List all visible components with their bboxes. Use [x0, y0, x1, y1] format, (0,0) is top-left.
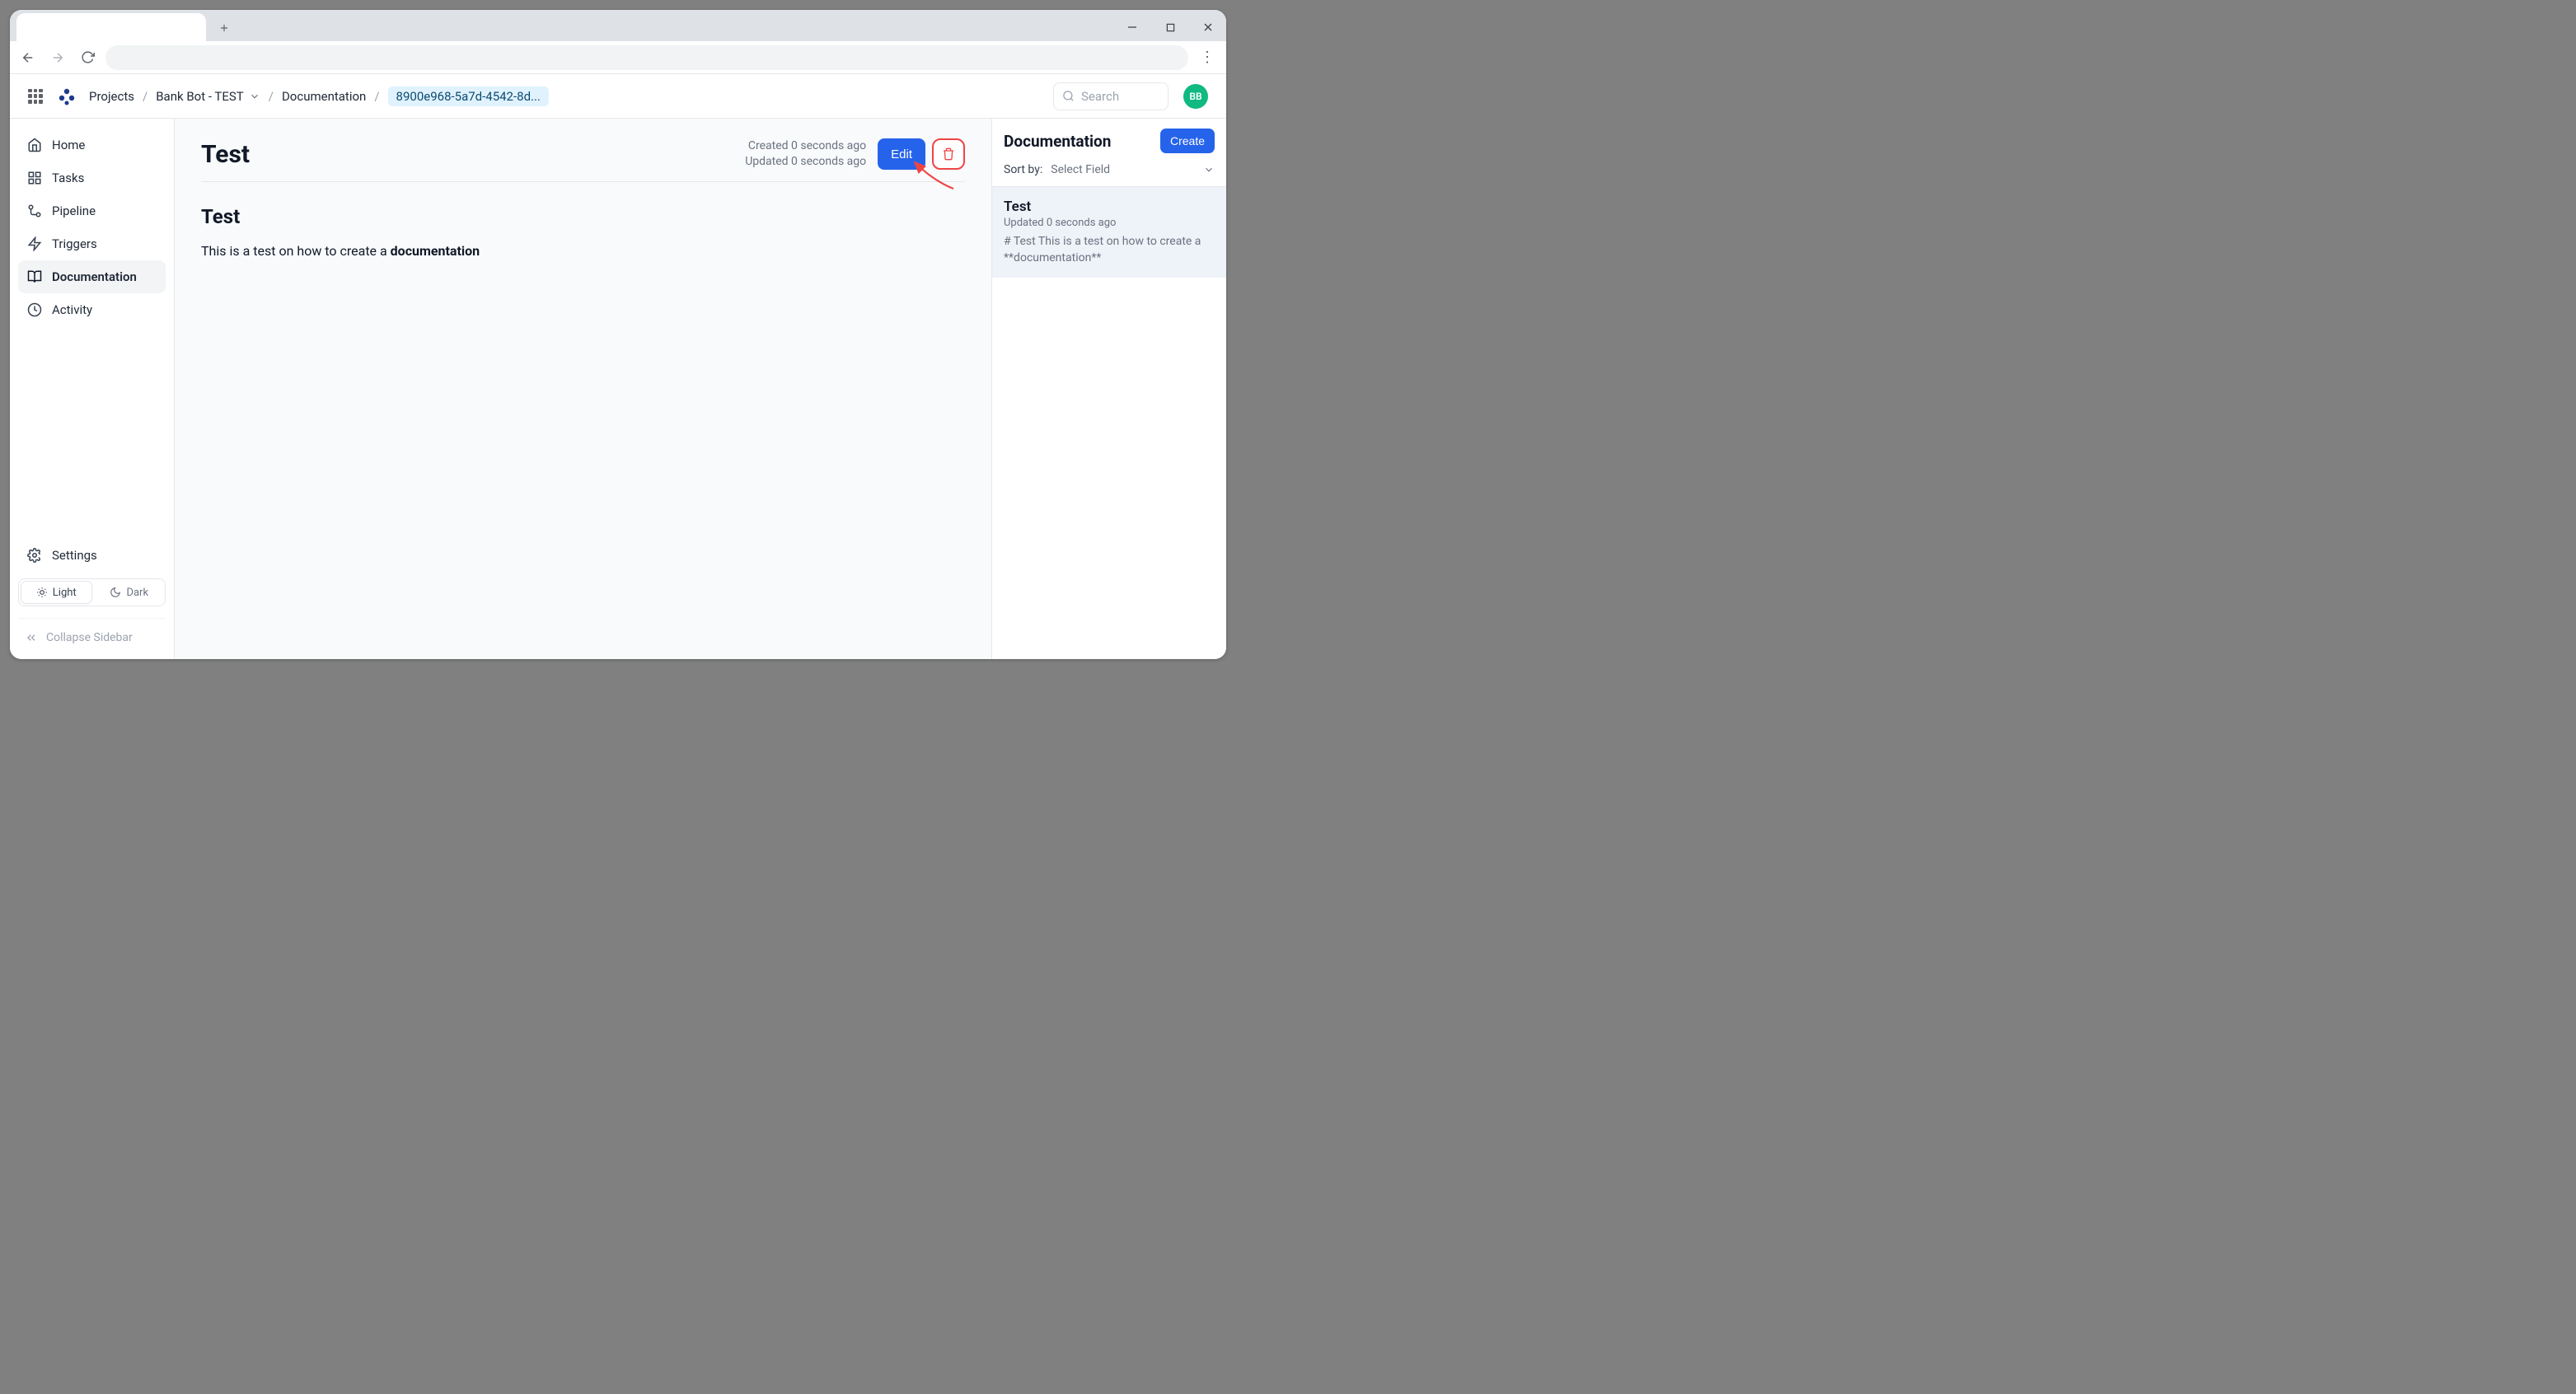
app-header: Projects / Bank Bot - TEST / Documentati…: [10, 74, 1226, 119]
sidebar-item-pipeline[interactable]: Pipeline: [18, 194, 166, 227]
browser-window: ⋮ Projects / Bank Bot - TEST / Documenta…: [10, 10, 1226, 659]
document-header: Test Created 0 seconds ago Updated 0 sec…: [201, 138, 965, 182]
document-title: Test: [201, 140, 250, 169]
doc-list-item-title: Test: [1004, 199, 1215, 215]
search-placeholder: Search: [1081, 89, 1119, 104]
back-button[interactable]: [16, 46, 40, 69]
sidebar-item-label: Activity: [52, 302, 92, 317]
theme-light-button[interactable]: Light: [21, 581, 92, 604]
breadcrumb-projects[interactable]: Projects: [89, 89, 134, 104]
tasks-icon: [27, 171, 42, 185]
main-content: Test Created 0 seconds ago Updated 0 sec…: [175, 119, 991, 659]
theme-dark-label: Dark: [126, 587, 148, 599]
doc-list-item-preview: # Test This is a test on how to create a…: [1004, 234, 1215, 266]
collapse-sidebar-label: Collapse Sidebar: [46, 631, 133, 644]
forward-button[interactable]: [46, 46, 69, 69]
right-panel-header: Documentation Create: [992, 119, 1226, 163]
search-icon: [1062, 90, 1075, 102]
document-meta: Created 0 seconds ago Updated 0 seconds …: [745, 138, 866, 170]
sidebar-item-label: Documentation: [52, 269, 137, 284]
breadcrumb-project[interactable]: Bank Bot - TEST: [156, 89, 260, 104]
doc-list-item-updated: Updated 0 seconds ago: [1004, 217, 1215, 229]
collapse-sidebar-button[interactable]: Collapse Sidebar: [18, 618, 166, 649]
sidebar-item-documentation[interactable]: Documentation: [18, 260, 166, 293]
sidebar-item-label: Tasks: [52, 171, 84, 185]
doc-list-item[interactable]: Test Updated 0 seconds ago # Test This i…: [992, 187, 1226, 278]
url-input[interactable]: [105, 45, 1188, 70]
reload-button[interactable]: [76, 46, 99, 69]
document-body-heading: Test: [201, 205, 965, 228]
search-input[interactable]: Search: [1053, 82, 1169, 110]
browser-tab[interactable]: [16, 13, 206, 41]
breadcrumb-doc-id[interactable]: 8900e968-5a7d-4542-8d...: [388, 87, 549, 106]
trash-icon: [942, 147, 955, 161]
right-panel: Documentation Create Sort by: Select Fie…: [991, 119, 1226, 659]
breadcrumb-separator: /: [143, 89, 148, 104]
sidebar-item-tasks[interactable]: Tasks: [18, 161, 166, 194]
window-close-button[interactable]: [1197, 16, 1220, 39]
app-logo[interactable]: [56, 87, 76, 106]
activity-icon: [27, 302, 42, 317]
chevrons-left-icon: [25, 631, 38, 644]
sidebar-item-label: Pipeline: [52, 203, 96, 218]
sidebar-item-triggers[interactable]: Triggers: [18, 227, 166, 260]
app-body: Home Tasks Pipeline Triggers: [10, 119, 1226, 659]
sort-label: Sort by:: [1004, 163, 1042, 176]
chevron-down-icon: [249, 91, 260, 102]
moon-icon: [110, 587, 121, 598]
new-tab-button[interactable]: [211, 15, 237, 41]
breadcrumb-separator: /: [269, 89, 274, 104]
right-panel-title: Documentation: [1004, 132, 1111, 151]
window-maximize-button[interactable]: [1159, 16, 1182, 39]
sort-select[interactable]: Select Field: [1051, 163, 1215, 176]
window-controls: [1121, 13, 1226, 41]
breadcrumb-separator: /: [374, 89, 379, 104]
sidebar-item-settings[interactable]: Settings: [18, 539, 166, 572]
gear-icon: [27, 548, 42, 563]
pipeline-icon: [27, 203, 42, 218]
browser-tab-bar: [10, 10, 1226, 41]
document-updated: Updated 0 seconds ago: [745, 154, 866, 170]
delete-button[interactable]: [932, 138, 965, 170]
sidebar-item-activity[interactable]: Activity: [18, 293, 166, 326]
avatar[interactable]: BB: [1183, 84, 1208, 109]
theme-dark-button[interactable]: Dark: [94, 579, 166, 606]
home-icon: [27, 138, 42, 152]
window-minimize-button[interactable]: [1121, 16, 1144, 39]
create-button[interactable]: Create: [1160, 129, 1215, 153]
sidebar-item-home[interactable]: Home: [18, 129, 166, 161]
breadcrumb-section[interactable]: Documentation: [282, 89, 366, 104]
triggers-icon: [27, 236, 42, 251]
document-body-text: This is a test on how to create a docume…: [201, 243, 965, 259]
breadcrumb: Projects / Bank Bot - TEST / Documentati…: [89, 87, 549, 106]
sidebar-item-label: Home: [52, 138, 85, 152]
document-body-bold: documentation: [391, 243, 480, 259]
chevron-down-icon: [1203, 164, 1215, 175]
sort-select-value: Select Field: [1051, 163, 1110, 176]
book-icon: [27, 269, 42, 284]
sort-row: Sort by: Select Field: [992, 163, 1226, 187]
breadcrumb-project-label: Bank Bot - TEST: [156, 89, 244, 104]
theme-toggle: Light Dark: [18, 578, 166, 606]
sidebar-item-label: Settings: [52, 548, 97, 563]
theme-light-label: Light: [53, 587, 77, 599]
browser-menu-button[interactable]: ⋮: [1195, 45, 1220, 70]
browser-toolbar: ⋮: [10, 41, 1226, 74]
apps-grid-icon[interactable]: [28, 89, 43, 104]
sidebar-item-label: Triggers: [52, 236, 97, 251]
sidebar: Home Tasks Pipeline Triggers: [10, 119, 175, 659]
sun-icon: [36, 587, 48, 598]
document-body-prefix: This is a test on how to create a: [201, 243, 391, 259]
document-created: Created 0 seconds ago: [745, 138, 866, 154]
edit-button[interactable]: Edit: [878, 138, 925, 170]
